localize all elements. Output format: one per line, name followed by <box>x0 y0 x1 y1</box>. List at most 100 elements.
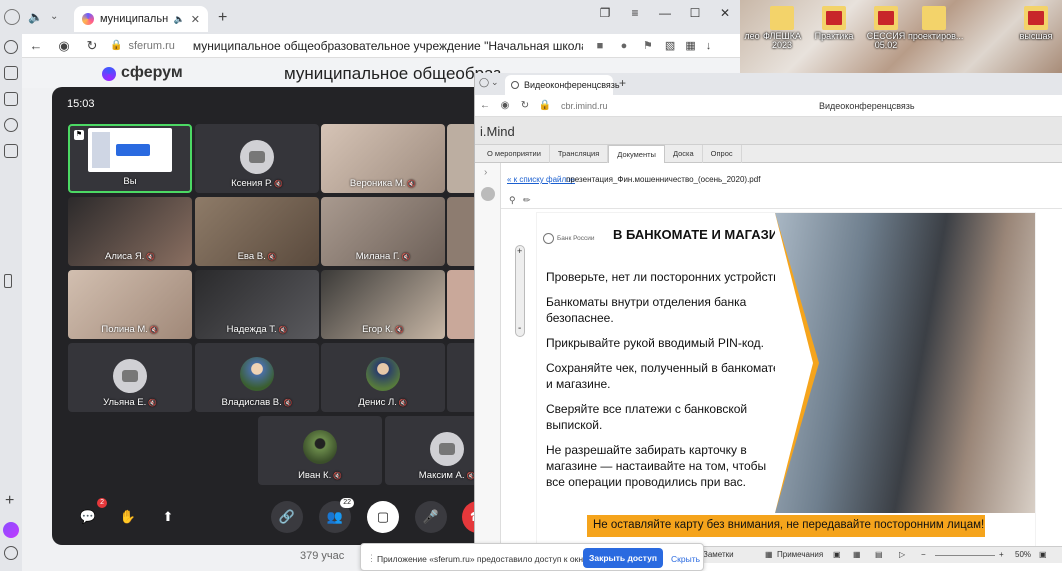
desktop-icon-proektirov[interactable]: проектиров... <box>908 6 963 41</box>
end-call-button[interactable]: ☎ <box>462 501 474 533</box>
counter-icon[interactable] <box>4 144 18 158</box>
desktop-icon-fleshka[interactable]: ФЛЕШКА 2023 <box>756 6 808 51</box>
reload-icon[interactable]: ↻ <box>515 100 535 111</box>
normal-view-icon[interactable]: ▣ <box>833 550 841 559</box>
camera-toggle-button[interactable]: ▢ <box>367 501 399 533</box>
collections-icon[interactable] <box>4 66 18 80</box>
slideshow-icon[interactable]: ▷ <box>899 550 905 559</box>
sferum-logo-text[interactable]: сферум <box>121 64 183 82</box>
chevron-down-icon[interactable]: ⌄ <box>491 77 499 88</box>
comments-toggle[interactable]: Примечания <box>777 550 823 559</box>
hide-notice-link[interactable]: Скрыть <box>671 554 700 564</box>
reader-icon[interactable]: ▧ <box>665 39 675 52</box>
add-panel-icon[interactable]: + <box>5 492 14 510</box>
chevron-right-icon[interactable]: › <box>484 167 487 178</box>
extension-icon[interactable]: ▦ <box>685 39 695 52</box>
grid-view-icon[interactable]: ▦ <box>853 550 861 559</box>
participant-tile-partial[interactable] <box>447 124 474 193</box>
participant-tile-partial[interactable] <box>447 197 474 266</box>
fit-page-icon[interactable]: ▣ <box>1039 550 1047 559</box>
close-window-button[interactable]: ✕ <box>710 0 740 28</box>
participant-tile[interactable]: Надежда Т. <box>195 270 319 339</box>
url-domain[interactable]: cbr.imind.ru <box>561 101 608 111</box>
zoom-out-icon[interactable]: − <box>921 550 926 559</box>
participant-tile[interactable]: Полина М. <box>68 270 192 339</box>
speaker-icon[interactable]: 🔈 <box>28 10 46 26</box>
zoom-track[interactable] <box>935 555 995 556</box>
minimize-button[interactable]: — <box>650 0 680 28</box>
profile-icon[interactable] <box>4 9 20 25</box>
participants-button[interactable]: 👥 22 <box>319 498 354 533</box>
search-doc-icon[interactable]: ⚲ <box>509 195 516 206</box>
protect-icon[interactable]: ◉ <box>495 100 515 111</box>
share-screen-button[interactable]: ⬆ <box>152 501 184 533</box>
history-icon[interactable] <box>4 40 18 54</box>
zoom-in-icon[interactable]: + <box>999 550 1004 559</box>
tab-poll[interactable]: Опрос <box>703 145 742 163</box>
alice-assistant-icon[interactable] <box>3 522 19 538</box>
bookmarks-icon[interactable]: ❐ <box>590 0 620 28</box>
notes-toggle[interactable]: Заметки <box>703 550 734 559</box>
tab-documents[interactable]: Документы <box>608 145 665 163</box>
reading-view-icon[interactable]: ▤ <box>875 550 883 559</box>
maximize-button[interactable]: ☐ <box>680 0 710 28</box>
menu-icon[interactable]: ≡ <box>620 0 650 28</box>
url-domain[interactable]: sferum.ru <box>128 40 174 52</box>
browser-tab-sferum[interactable]: муниципальное об 🔈 ✕ <box>74 6 208 32</box>
folder-icon <box>770 6 794 30</box>
new-tab-button[interactable]: + <box>619 76 626 90</box>
settings-icon[interactable] <box>4 546 18 560</box>
user-icon[interactable] <box>481 187 495 201</box>
lock-icon[interactable]: 🔒 <box>110 40 122 51</box>
bookmark-icon[interactable]: ⚑ <box>641 39 655 52</box>
raise-hand-button[interactable]: ✋ <box>112 501 144 533</box>
download-icon[interactable]: ↓ <box>706 40 712 52</box>
lock-icon[interactable]: 🔒 <box>535 100 555 111</box>
participant-tile[interactable]: Ульяна Е. <box>68 343 192 412</box>
close-icon[interactable]: ✕ <box>191 13 200 26</box>
desktop-icon-sessiya[interactable]: СЕССИЯ 05.02 <box>860 6 912 51</box>
participant-tile[interactable]: Иван К. <box>258 416 382 485</box>
browser-tab-imind[interactable]: Видеоконференцсвязь <box>505 75 620 95</box>
new-tab-button[interactable]: + <box>218 9 227 27</box>
tab-board[interactable]: Доска <box>665 145 703 163</box>
panel-toggle-icon[interactable] <box>4 274 12 288</box>
participant-tile[interactable]: Егор К. <box>321 270 445 339</box>
participant-tile[interactable]: Вероника М. <box>321 124 445 193</box>
participant-tile-partial[interactable] <box>447 343 474 412</box>
chat-button[interactable]: 💬 2 <box>72 498 107 533</box>
participant-tile[interactable]: Алиса Я. <box>68 197 192 266</box>
participant-tile[interactable]: Ксения Р. <box>195 124 319 193</box>
back-arrow-icon[interactable]: ← <box>475 100 495 111</box>
play-icon[interactable] <box>4 118 18 132</box>
back-to-files-link[interactable]: « к списку файлов <box>507 175 575 184</box>
reload-icon[interactable]: ↻ <box>78 38 106 54</box>
back-arrow-icon[interactable]: ← <box>22 38 50 53</box>
participant-tile[interactable]: Максим А. <box>385 416 474 485</box>
desktop-icon-praktika[interactable]: Практика <box>808 6 860 41</box>
pen-icon[interactable]: ✏ <box>523 195 531 206</box>
tab-broadcast[interactable]: Трансляция <box>550 145 609 163</box>
participant-tile[interactable]: Владислав В. <box>195 343 319 412</box>
chevron-down-icon[interactable]: ⌄ <box>50 11 58 22</box>
zoom-slider[interactable] <box>515 245 525 337</box>
camera-icon[interactable]: ■ <box>593 40 607 52</box>
desktop-icon-vysshaya[interactable]: высшая <box>1010 6 1062 41</box>
tab-about[interactable]: О мероприятии <box>479 145 550 163</box>
screenshot-icon[interactable] <box>4 92 18 106</box>
microphone-icon[interactable]: ● <box>617 40 631 52</box>
drag-handle-icon[interactable]: ⋮ <box>367 553 376 564</box>
profile-icon[interactable]: ◯ <box>479 77 489 88</box>
tab-mute-icon[interactable]: 🔈 <box>174 14 185 25</box>
participant-tile-self[interactable]: ⚑ Вы <box>68 124 192 193</box>
sferum-logo-icon[interactable] <box>102 67 116 81</box>
url-page-title[interactable]: муниципальное общеобразовательное учрежд… <box>193 39 583 53</box>
stop-sharing-button[interactable]: Закрыть доступ <box>583 548 663 568</box>
participant-tile[interactable]: Милана Г. <box>321 197 445 266</box>
participant-tile[interactable]: Ева В. <box>195 197 319 266</box>
microphone-toggle-button[interactable]: 🎤 <box>415 501 447 533</box>
copy-link-button[interactable]: 🔗 <box>271 501 303 533</box>
participant-tile-partial[interactable] <box>447 270 474 339</box>
participant-tile[interactable]: Денис Л. <box>321 343 445 412</box>
protect-icon[interactable]: ◉ <box>50 38 78 54</box>
